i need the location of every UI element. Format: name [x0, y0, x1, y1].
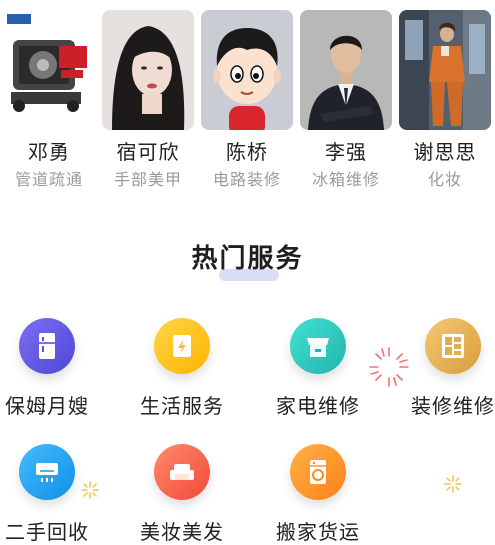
- sparkle-icon: [443, 474, 463, 498]
- air-conditioner-icon: [19, 444, 75, 500]
- man-suit-photo: [300, 10, 392, 130]
- lightning-card-icon: [154, 318, 210, 374]
- cartoon-avatar-photo: [201, 10, 293, 130]
- service-label: 二手回收: [5, 520, 89, 544]
- provider-card[interactable]: 邓勇 管道疏通: [3, 10, 95, 189]
- sparkle-icon: [80, 480, 100, 504]
- service-item-appliance[interactable]: 家电维修: [256, 318, 380, 419]
- service-label: 美妆美发: [140, 520, 224, 544]
- provider-name: 李强: [325, 140, 367, 164]
- provider-name: 宿可欣: [116, 140, 180, 164]
- sofa-icon: [154, 444, 210, 500]
- service-item-beauty[interactable]: 美妆美发: [120, 444, 244, 545]
- service-item-life[interactable]: 生活服务: [120, 318, 244, 419]
- provider-name: 陈桥: [226, 140, 268, 164]
- provider-card[interactable]: 陈桥 电路装修: [201, 10, 293, 189]
- woman-portrait-photo: [102, 10, 194, 130]
- provider-tag: 冰箱维修: [311, 170, 380, 189]
- fridge-icon: [19, 318, 75, 374]
- service-label: 装修维修: [411, 394, 495, 418]
- provider-card[interactable]: 李强 冰箱维修: [300, 10, 392, 189]
- pipe-machine-photo: [3, 10, 95, 130]
- provider-tag: 电路装修: [212, 170, 281, 189]
- provider-tag: 手部美甲: [113, 170, 182, 189]
- service-label: 搬家货运: [276, 520, 360, 544]
- provider-name: 谢思思: [413, 140, 477, 164]
- provider-strip: 邓勇 管道疏通 宿可欣 手部美甲 陈桥 电路装修 李强 冰箱维修 谢思思 化妆: [0, 0, 495, 200]
- service-label: 家电维修: [276, 394, 360, 418]
- service-item-nanny[interactable]: 保姆月嫂: [0, 318, 109, 419]
- provider-tag: 管道疏通: [14, 170, 83, 189]
- section-title: 热门服务: [191, 244, 304, 274]
- wall-panel-icon: [425, 318, 481, 374]
- firework-icon: [368, 346, 410, 392]
- service-label: 生活服务: [140, 394, 224, 418]
- provider-tag: 化妆: [427, 170, 462, 189]
- provider-card[interactable]: 宿可欣 手部美甲: [102, 10, 194, 189]
- woman-street-photo: [399, 10, 491, 130]
- service-label: 保姆月嫂: [5, 394, 89, 418]
- service-item-moving[interactable]: 搬家货运: [256, 444, 380, 545]
- store-icon: [290, 318, 346, 374]
- provider-card[interactable]: 谢思思 化妆: [399, 10, 491, 189]
- washing-machine-icon: [290, 444, 346, 500]
- provider-name: 邓勇: [28, 140, 70, 164]
